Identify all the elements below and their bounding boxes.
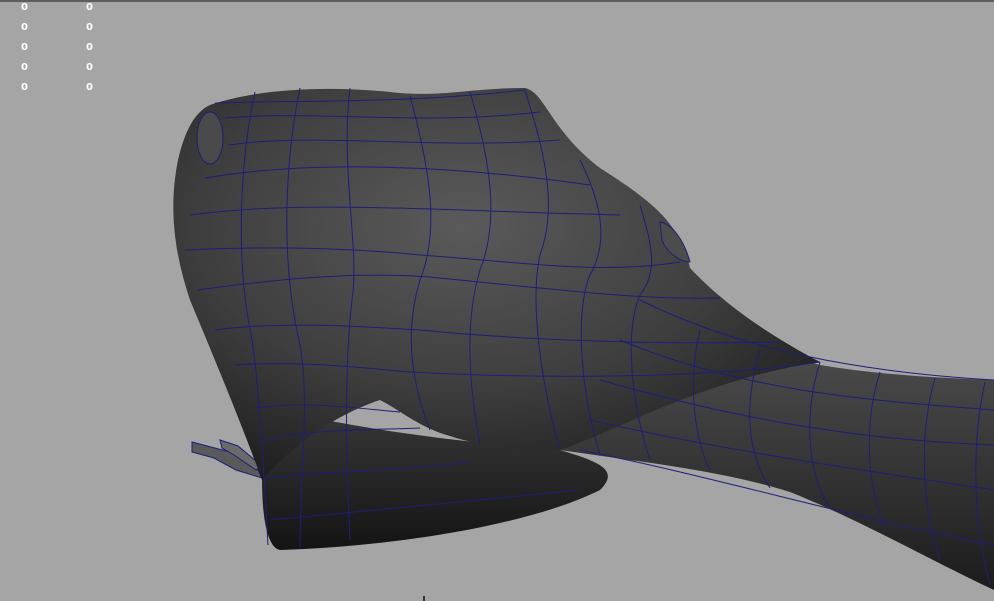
hud-row: 0 0 (0, 81, 120, 95)
hud-value: 0 (21, 42, 28, 53)
hud-value: 0 (86, 42, 93, 53)
hud-row: 0 0 (0, 21, 120, 35)
hud-value: 0 (86, 2, 93, 13)
hud-row: 0 0 (0, 41, 120, 55)
hud-value: 0 (21, 2, 28, 13)
model-render[interactable] (0, 0, 994, 601)
hud-value: 0 (21, 82, 28, 93)
cursor-marker (423, 596, 425, 601)
hud-value: 0 (86, 82, 93, 93)
hud-value: 0 (86, 62, 93, 73)
hud-row: 0 0 (0, 1, 120, 15)
3d-viewport[interactable]: 0 0 0 0 0 0 0 0 0 0 (0, 0, 994, 601)
hud-value: 0 (21, 62, 28, 73)
eye-bump (196, 111, 224, 165)
hud-row: 0 0 (0, 61, 120, 75)
hud-value: 0 (86, 22, 93, 33)
hud-value: 0 (21, 22, 28, 33)
